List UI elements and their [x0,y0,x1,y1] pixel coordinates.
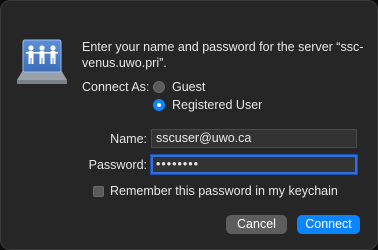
network-server-icon [17,39,67,84]
radio-button-selected-icon[interactable] [153,99,165,111]
name-field[interactable]: sscuser@uwo.ca [151,129,357,148]
remember-label: Remember this password in my keychain [110,184,338,198]
radio-registered-user[interactable]: Registered User [153,98,262,112]
radio-registered-user-label: Registered User [172,98,263,112]
remember-password-option[interactable]: Remember this password in my keychain [93,184,338,198]
remember-checkbox[interactable] [93,185,104,197]
password-field[interactable]: •••••••• [151,155,357,174]
login-dialog: Enter your name and password for the ser… [0,0,378,250]
name-label: Name: [110,132,147,146]
connect-as-label: Connect As: [82,80,150,94]
connect-button[interactable]: Connect [297,215,360,234]
radio-guest-label: Guest [172,80,206,94]
radio-guest[interactable]: Guest [153,80,205,94]
cancel-button[interactable]: Cancel [226,215,287,234]
password-label: Password: [88,158,147,172]
radio-button-icon[interactable] [153,81,165,93]
dialog-message: Enter your name and password for the ser… [82,40,364,70]
